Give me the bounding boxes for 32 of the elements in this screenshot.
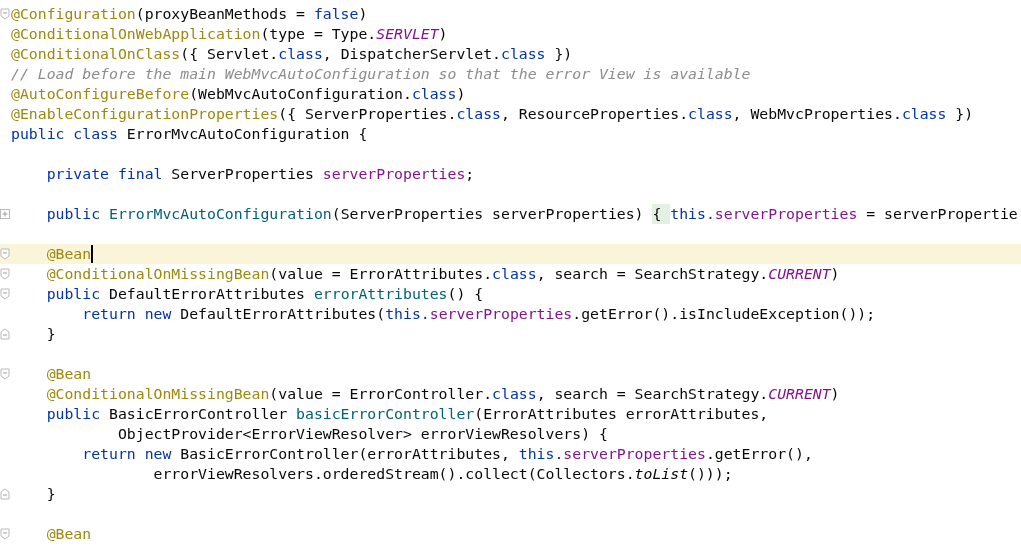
code-line: @Bean [45, 524, 92, 544]
code-line: } [45, 324, 56, 344]
code-line: public BasicErrorController basicErrorController(ErrorAttributes errorAttributes, [45, 404, 769, 424]
fold-icon[interactable] [0, 368, 10, 380]
text-cursor [91, 245, 94, 263]
code-line: @Bean [45, 244, 94, 264]
code-line: @ConditionalOnMissingBean(value = ErrorAttributes.class, search = SearchStrategy.CURRENT) [45, 264, 840, 284]
code-line: public ErrorMvcAutoConfiguration(ServerProperties serverProperties) { this.serverProperties = serverPropertie [45, 204, 1018, 224]
fold-icon[interactable] [0, 328, 10, 340]
code-line: // Load before the main WebMvcAutoConfiguration so that the error View is available [11, 64, 751, 84]
code-line: @ConditionalOnClass({ Servlet.class, DispatcherServlet.class }) [11, 44, 573, 64]
code-line: public DefaultErrorAttributes errorAttributes() { [45, 284, 484, 304]
expand-icon[interactable] [0, 209, 10, 219]
code-line: private final ServerProperties serverProperties; [45, 164, 475, 184]
code-line: @Bean [45, 364, 92, 384]
code-line: } [45, 484, 56, 504]
fold-icon[interactable] [0, 248, 10, 260]
code-line: @AutoConfigureBefore(WebMvcAutoConfiguration.class) [11, 84, 466, 104]
code-line: @EnableConfigurationProperties({ ServerProperties.class, ResourceProperties.class, WebMvcProperties.class }) [11, 104, 974, 124]
code-line: @Configuration(proxyBeanMethods = false) [11, 4, 368, 24]
fold-icon[interactable] [0, 268, 10, 280]
code-line: return new BasicErrorController(errorAttributes, this.serverProperties.getError(), [81, 444, 813, 464]
fold-icon[interactable] [0, 288, 10, 300]
code-line: @ConditionalOnMissingBean(value = ErrorController.class, search = SearchStrategy.CURRENT) [45, 384, 840, 404]
code-line: ObjectProvider<ErrorViewResolver> errorViewResolvers) { [116, 424, 608, 444]
code-line: errorViewResolvers.orderedStream().collect(Collectors.toList())); [152, 464, 733, 484]
code-line: public class ErrorMvcAutoConfiguration { [11, 124, 368, 144]
fold-icon[interactable] [0, 488, 10, 500]
code-line: return new DefaultErrorAttributes(this.serverProperties.getError().isIncludeException()); [81, 304, 876, 324]
fold-icon[interactable] [0, 8, 10, 20]
code-line: @ConditionalOnWebApplication(type = Type.SERVLET) [11, 24, 448, 44]
fold-icon[interactable] [0, 528, 10, 540]
